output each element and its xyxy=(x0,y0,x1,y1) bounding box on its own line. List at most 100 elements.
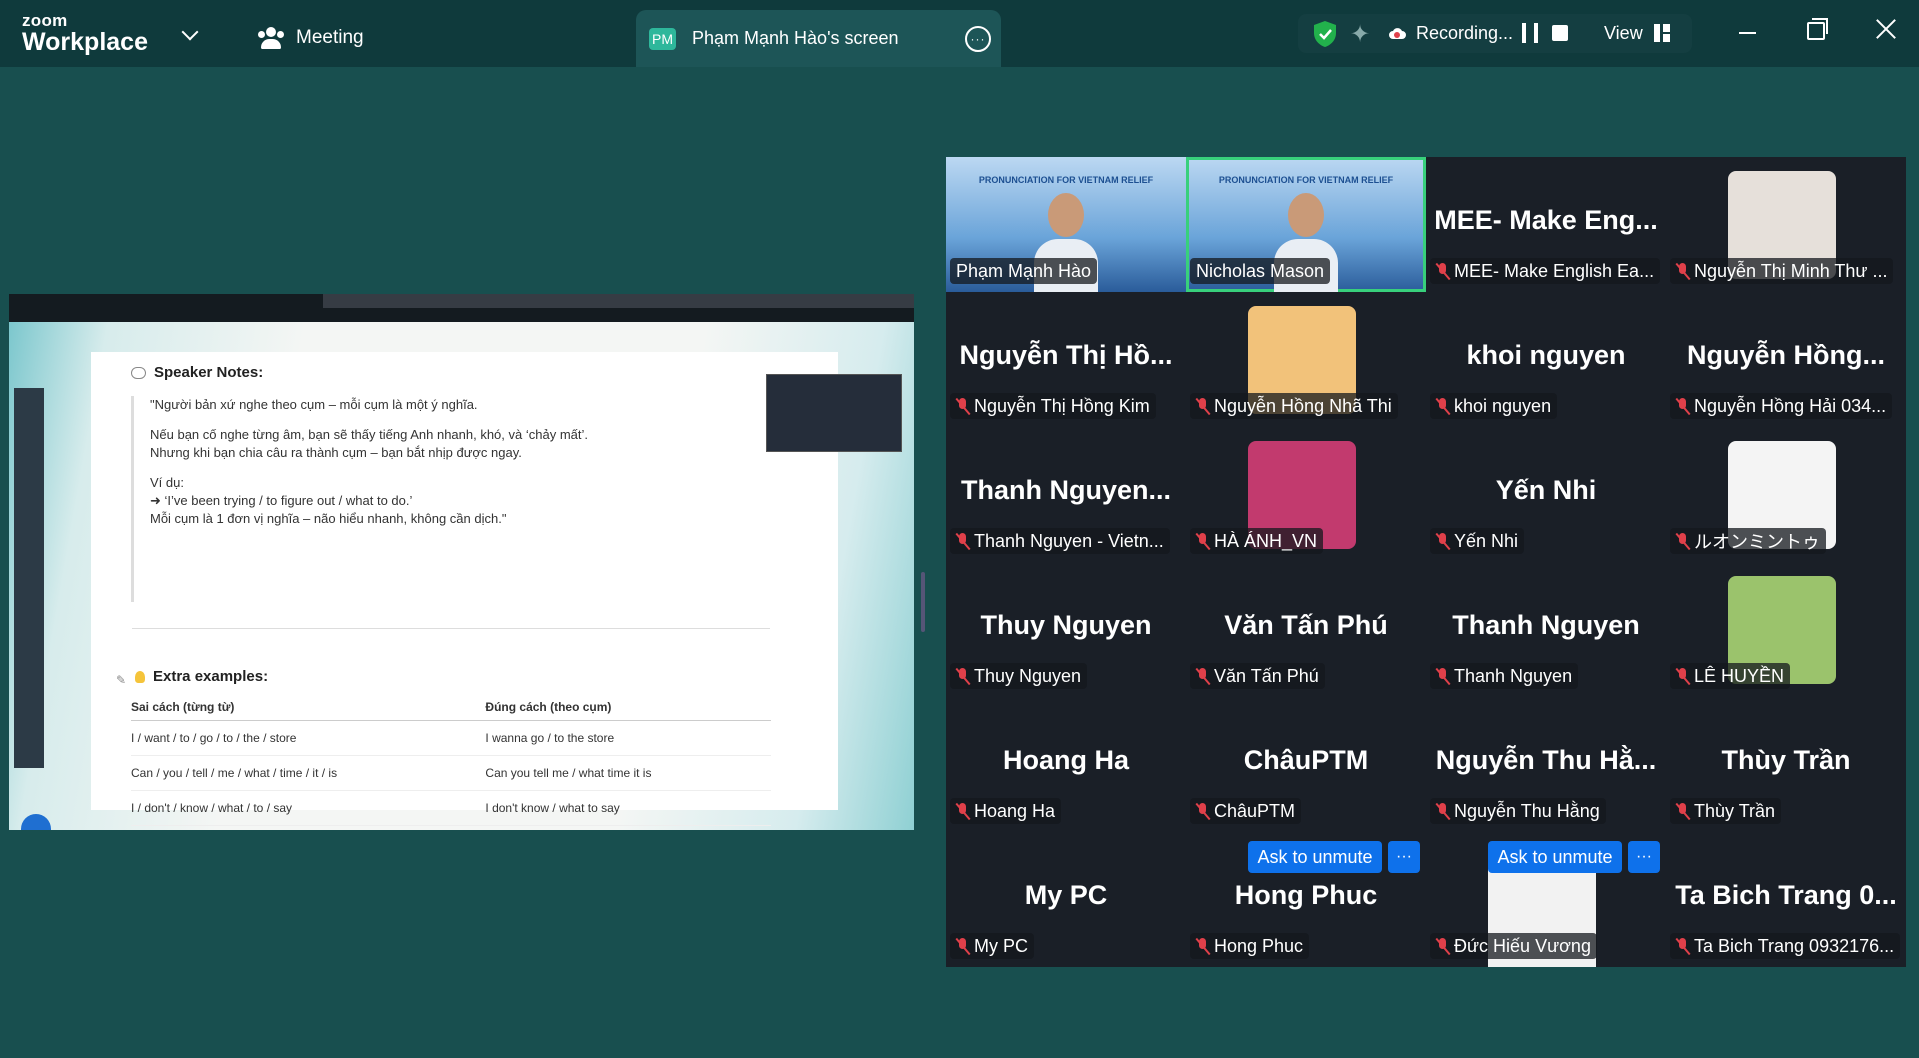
participant-name: Hoang Ha xyxy=(974,800,1056,821)
ai-companion-icon[interactable]: ✦ xyxy=(1350,20,1370,49)
more-actions-button[interactable]: ··· xyxy=(1628,841,1660,873)
ask-to-unmute-button[interactable]: Ask to unmute xyxy=(1248,841,1382,873)
cell-right: I don't know / what to say xyxy=(485,790,771,826)
participant-display-name: khoi nguyen xyxy=(1466,340,1626,370)
speech-bubble-icon xyxy=(131,366,146,379)
note-example: Ví dụ: ➜ ‘I’ve been trying / to figure ou… xyxy=(150,475,507,526)
participant-name: Đức Hiếu Vương xyxy=(1454,935,1591,956)
participant-name: ルオンミントゥ xyxy=(1694,532,1820,552)
pause-recording-icon[interactable] xyxy=(1522,23,1538,43)
participant-name-label: Hoang Ha xyxy=(950,798,1062,824)
participant-name: Nguyễn Thị Hồng Kim xyxy=(974,395,1150,416)
slide-title-text: PRONUNCIATION FOR VIETNAM RELIEF xyxy=(978,175,1154,185)
participant-name: Nguyễn Thị Minh Thư ... xyxy=(1694,260,1888,281)
restore-button[interactable] xyxy=(1807,18,1828,40)
participant-display-name: ChâuPTM xyxy=(1243,745,1369,775)
participant-tile[interactable]: Nguyễn Hồng... Nguyễn Hồng Hải 034... xyxy=(1666,292,1906,427)
participant-name: ChâuPTM xyxy=(1214,800,1296,821)
participant-name-label: LÊ HUYỀN xyxy=(1670,663,1791,689)
participant-name: Nguyễn Thu Hằng xyxy=(1454,800,1600,821)
ask-to-unmute-button[interactable]: Ask to unmute xyxy=(1488,841,1622,873)
tab-shared-screen[interactable]: PM Phạm Mạnh Hào's screen ··· xyxy=(636,10,1001,67)
cell-right: I wanna go / to the store xyxy=(485,720,771,756)
participant-tile[interactable]: LÊ HUYỀN xyxy=(1666,562,1906,697)
cell-wrong: I / don't / know / what / to / say xyxy=(131,790,486,826)
participant-name: My PC xyxy=(974,935,1028,956)
close-button[interactable] xyxy=(1875,18,1897,40)
mic-muted-icon xyxy=(1196,802,1209,820)
col-header-wrong: Sai cách (từng từ) xyxy=(131,694,486,721)
view-button[interactable]: View xyxy=(1604,23,1643,44)
chevron-down-icon[interactable] xyxy=(181,23,199,41)
participant-name-label: ルオンミントゥ xyxy=(1670,528,1826,554)
participant-name-label: Hong Phuc xyxy=(1190,933,1310,959)
participant-display-name: Nguyễn Thị Hồ... xyxy=(959,340,1173,370)
participant-tile[interactable]: Nguyễn Thị Minh Thư ... xyxy=(1666,157,1906,292)
participant-tile[interactable]: Yến Nhi Yến Nhi xyxy=(1426,427,1666,562)
title-bar: zoom Workplace Meeting PM Phạm Mạnh Hào'… xyxy=(0,0,1919,67)
participant-display-name: Yến Nhi xyxy=(1495,475,1597,505)
participant-display-name: My PC xyxy=(1024,880,1108,910)
participant-name-label: Nguyễn Thu Hằng xyxy=(1430,798,1606,824)
participant-tile[interactable]: HÀ ÁNH_VN xyxy=(1186,427,1426,562)
participant-tile[interactable]: Ta Bich Trang 0... Ta Bich Trang 0932176.… xyxy=(1666,832,1906,967)
cell-wrong: Can / you / tell / me / what / time / it… xyxy=(131,755,486,791)
participant-tile[interactable]: khoi nguyen khoi nguyen xyxy=(1426,292,1666,427)
participant-name-label: My PC xyxy=(950,933,1034,959)
participant-name-label: Nguyễn Hồng Nhã Thi xyxy=(1190,393,1398,419)
participant-tile[interactable]: ChâuPTM ChâuPTM xyxy=(1186,697,1426,832)
pencil-icon[interactable]: ✎ xyxy=(116,673,126,687)
meeting-button[interactable]: Meeting xyxy=(258,20,364,56)
participant-name: Hong Phuc xyxy=(1214,935,1304,956)
participant-tile[interactable]: MEE- Make Eng... MEE- Make English Ea... xyxy=(1426,157,1666,292)
mic-muted-icon xyxy=(1196,667,1209,685)
participant-name: MEE- Make English Ea... xyxy=(1454,260,1655,281)
mic-muted-icon xyxy=(1196,397,1209,415)
video-thumbnail[interactable] xyxy=(766,374,902,452)
participant-name-label: ChâuPTM xyxy=(1190,798,1302,824)
shield-check-icon[interactable] xyxy=(1312,20,1338,48)
participant-name-label: Thuy Nguyen xyxy=(950,663,1088,689)
participant-tile[interactable]: Thanh Nguyen... Thanh Nguyen - Vietn... xyxy=(946,427,1186,562)
participant-tile[interactable]: Nguyễn Thị Hồ... Nguyễn Thị Hồng Kim xyxy=(946,292,1186,427)
participant-tile[interactable]: Nguyễn Thu Hằ... Nguyễn Thu Hằng xyxy=(1426,697,1666,832)
resize-handle[interactable] xyxy=(921,572,925,632)
participant-name: Nguyễn Hồng Nhã Thi xyxy=(1214,395,1392,416)
participant-tile[interactable]: Hoang Ha Hoang Ha xyxy=(946,697,1186,832)
participant-display-name: Thanh Nguyen... xyxy=(960,475,1171,505)
participant-name-label: Yến Nhi xyxy=(1430,528,1525,554)
more-options-icon[interactable]: ··· xyxy=(965,26,991,52)
mic-muted-icon xyxy=(956,802,969,820)
mic-muted-icon xyxy=(956,667,969,685)
participant-name-label: Thùy Trần xyxy=(1670,798,1782,824)
share-top-strip xyxy=(9,294,914,322)
mic-muted-icon xyxy=(1676,262,1689,280)
participant-display-name: Thùy Trần xyxy=(1721,745,1851,775)
grid-view-icon[interactable] xyxy=(1654,24,1670,42)
mic-muted-icon xyxy=(1196,532,1209,550)
minimize-button[interactable] xyxy=(1739,32,1756,34)
meeting-label: Meeting xyxy=(296,27,364,48)
note-quote-line: "Người bản xứ nghe theo cụm – mỗi cụm là… xyxy=(150,397,478,412)
zoom-logo: zoom Workplace xyxy=(22,12,148,55)
participant-tile[interactable]: Thuy Nguyen Thuy Nguyen xyxy=(946,562,1186,697)
participant-tile[interactable]: My PC My PC xyxy=(946,832,1186,967)
stop-recording-icon[interactable] xyxy=(1552,25,1568,41)
examples-table: Sai cách (từng từ) Đúng cách (theo cụm) … xyxy=(131,694,771,826)
participant-tile[interactable]: Văn Tấn Phú Văn Tấn Phú xyxy=(1186,562,1426,697)
participant-tile[interactable]: Thùy Trần Thùy Trần xyxy=(1666,697,1906,832)
participant-tile[interactable]: PRONUNCIATION FOR VIETNAM RELIEF Phạm Mạn… xyxy=(946,157,1186,292)
participant-name: Thanh Nguyen xyxy=(1454,665,1573,686)
participant-display-name: Ta Bich Trang 0... xyxy=(1675,880,1897,910)
mic-muted-icon xyxy=(1436,937,1449,955)
participant-gallery: PRONUNCIATION FOR VIETNAM RELIEF Phạm Mạn… xyxy=(946,157,1906,967)
mic-muted-icon xyxy=(1676,532,1689,550)
shared-screen-title: Phạm Mạnh Hào's screen xyxy=(692,28,899,48)
participant-tile[interactable]: Nguyễn Hồng Nhã Thi xyxy=(1186,292,1426,427)
participant-tile[interactable]: ルオンミントゥ xyxy=(1666,427,1906,562)
participant-tile[interactable]: PRONUNCIATION FOR VIETNAM RELIEF Nicholas… xyxy=(1186,157,1426,292)
participant-tile[interactable]: Thanh Nguyen Thanh Nguyen xyxy=(1426,562,1666,697)
mic-muted-icon xyxy=(956,532,969,550)
more-actions-button[interactable]: ··· xyxy=(1388,841,1420,873)
mic-muted-icon xyxy=(956,397,969,415)
